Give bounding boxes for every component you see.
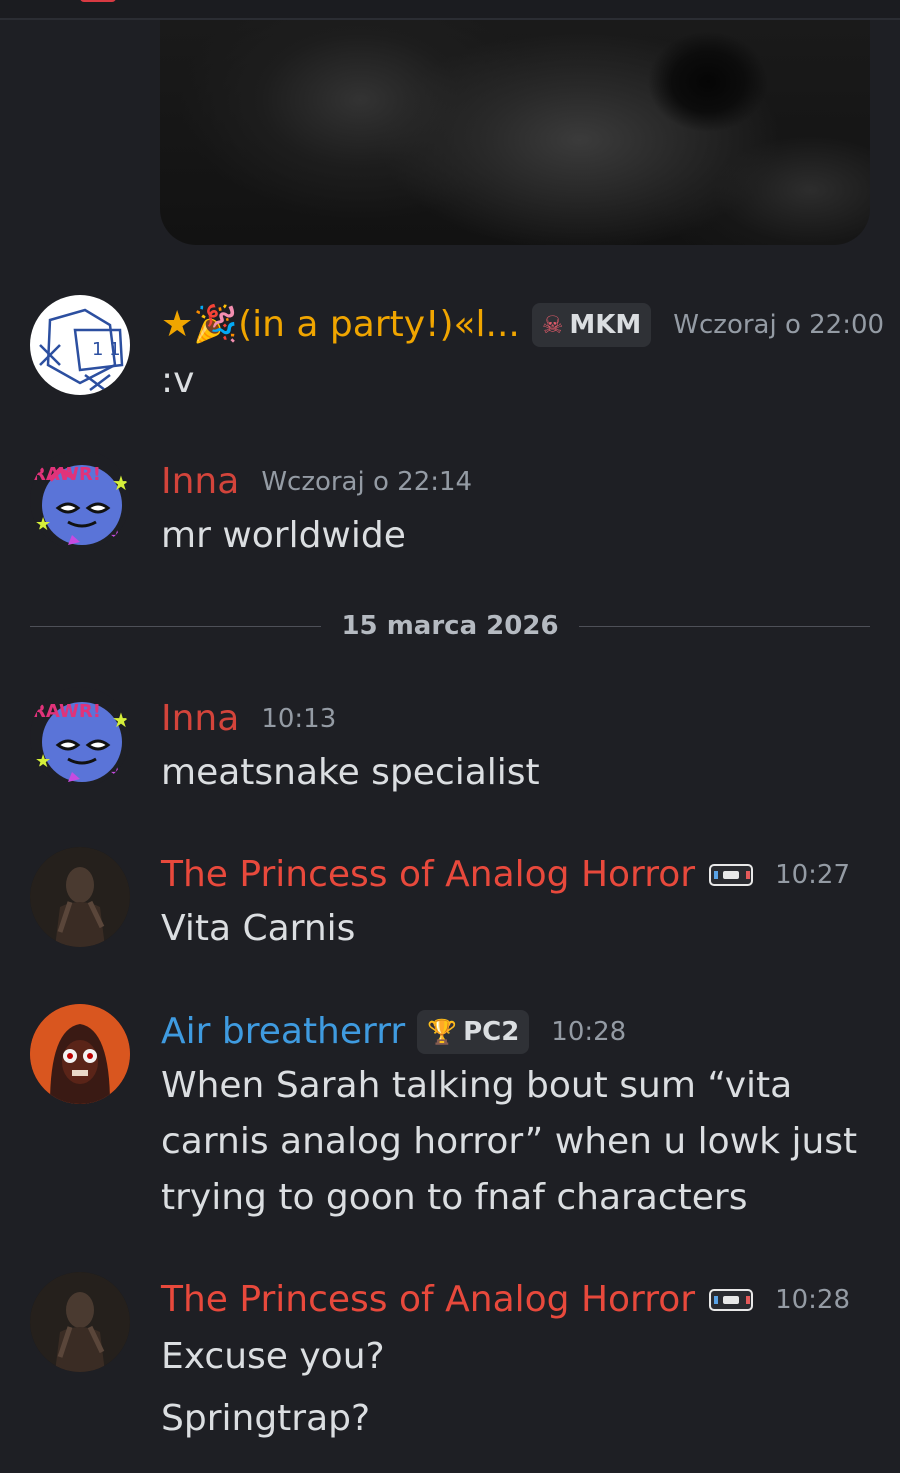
author-name[interactable]: ★🎉(in a party!)«l... <box>161 303 520 347</box>
avatar[interactable]: RAWR! ★ ★ ★ <box>30 687 130 787</box>
top-bar <box>0 0 900 20</box>
svg-text:RAWR!: RAWR! <box>32 701 101 722</box>
avatar[interactable]: 1 1 <box>30 295 130 395</box>
timestamp: 10:27 <box>775 860 850 890</box>
timestamp: 10:13 <box>261 704 337 734</box>
svg-text:1 1: 1 1 <box>92 339 121 360</box>
server-tag-label: PC2 <box>463 1017 520 1047</box>
message-line: When Sarah talking bout sum “vita <box>161 1065 793 1106</box>
server-tag-label: MKM <box>569 310 642 340</box>
avatar[interactable]: RAWR! ★ ★ ★ <box>30 450 130 550</box>
avatar[interactable] <box>30 1004 130 1104</box>
svg-text:★: ★ <box>110 527 124 546</box>
author-name[interactable]: Air breatherrr <box>161 1010 405 1054</box>
message-text: mr worldwide <box>161 515 406 556</box>
svg-text:★: ★ <box>112 471 130 495</box>
date-divider: 15 marca 2026 <box>30 606 871 646</box>
avatar[interactable] <box>30 1272 130 1372</box>
timestamp: Wczoraj o 22:14 <box>261 467 473 497</box>
svg-text:★: ★ <box>110 764 124 783</box>
skull-icon: ☠ <box>541 311 564 339</box>
divider-line <box>578 625 871 627</box>
svg-text:★: ★ <box>35 514 51 535</box>
message-line: carnis analog horror” when u lowk just <box>161 1121 858 1162</box>
date-divider-label: 15 marca 2026 <box>341 611 559 641</box>
avatar[interactable] <box>30 847 130 947</box>
svg-text:★: ★ <box>112 708 130 732</box>
message-line: Springtrap? <box>161 1398 371 1439</box>
timestamp: 10:28 <box>551 1017 627 1047</box>
author-name[interactable]: Inna <box>161 460 239 504</box>
message-line: trying to goon to fnaf characters <box>161 1177 748 1218</box>
message-line: Excuse you? <box>161 1336 385 1377</box>
timestamp: 10:28 <box>775 1285 850 1315</box>
trophy-icon: 🏆 <box>427 1018 458 1046</box>
svg-text:★: ★ <box>35 751 51 772</box>
message-text: When Sarah talking bout sum “vita carnis… <box>161 1058 861 1226</box>
notification-indicator <box>80 0 116 2</box>
vhs-tape-icon <box>709 1289 754 1311</box>
server-tag[interactable]: ☠ MKM <box>531 303 652 347</box>
author-name[interactable]: The Princess of Analog Horror <box>161 853 695 897</box>
embedded-image[interactable] <box>160 20 870 245</box>
svg-text:RAWR!: RAWR! <box>32 464 101 485</box>
divider-line <box>30 625 322 627</box>
server-tag[interactable]: 🏆 PC2 <box>417 1010 530 1054</box>
author-name[interactable]: Inna <box>161 697 239 741</box>
message-text: Vita Carnis <box>161 908 356 949</box>
message-text: :v <box>161 360 195 401</box>
timestamp: Wczoraj o 22:00 <box>673 310 885 340</box>
author-name[interactable]: The Princess of Analog Horror <box>161 1278 695 1322</box>
message-text: Excuse you? Springtrap? <box>161 1326 861 1450</box>
message-text: meatsnake specialist <box>161 752 540 793</box>
vhs-tape-icon <box>709 864 754 886</box>
